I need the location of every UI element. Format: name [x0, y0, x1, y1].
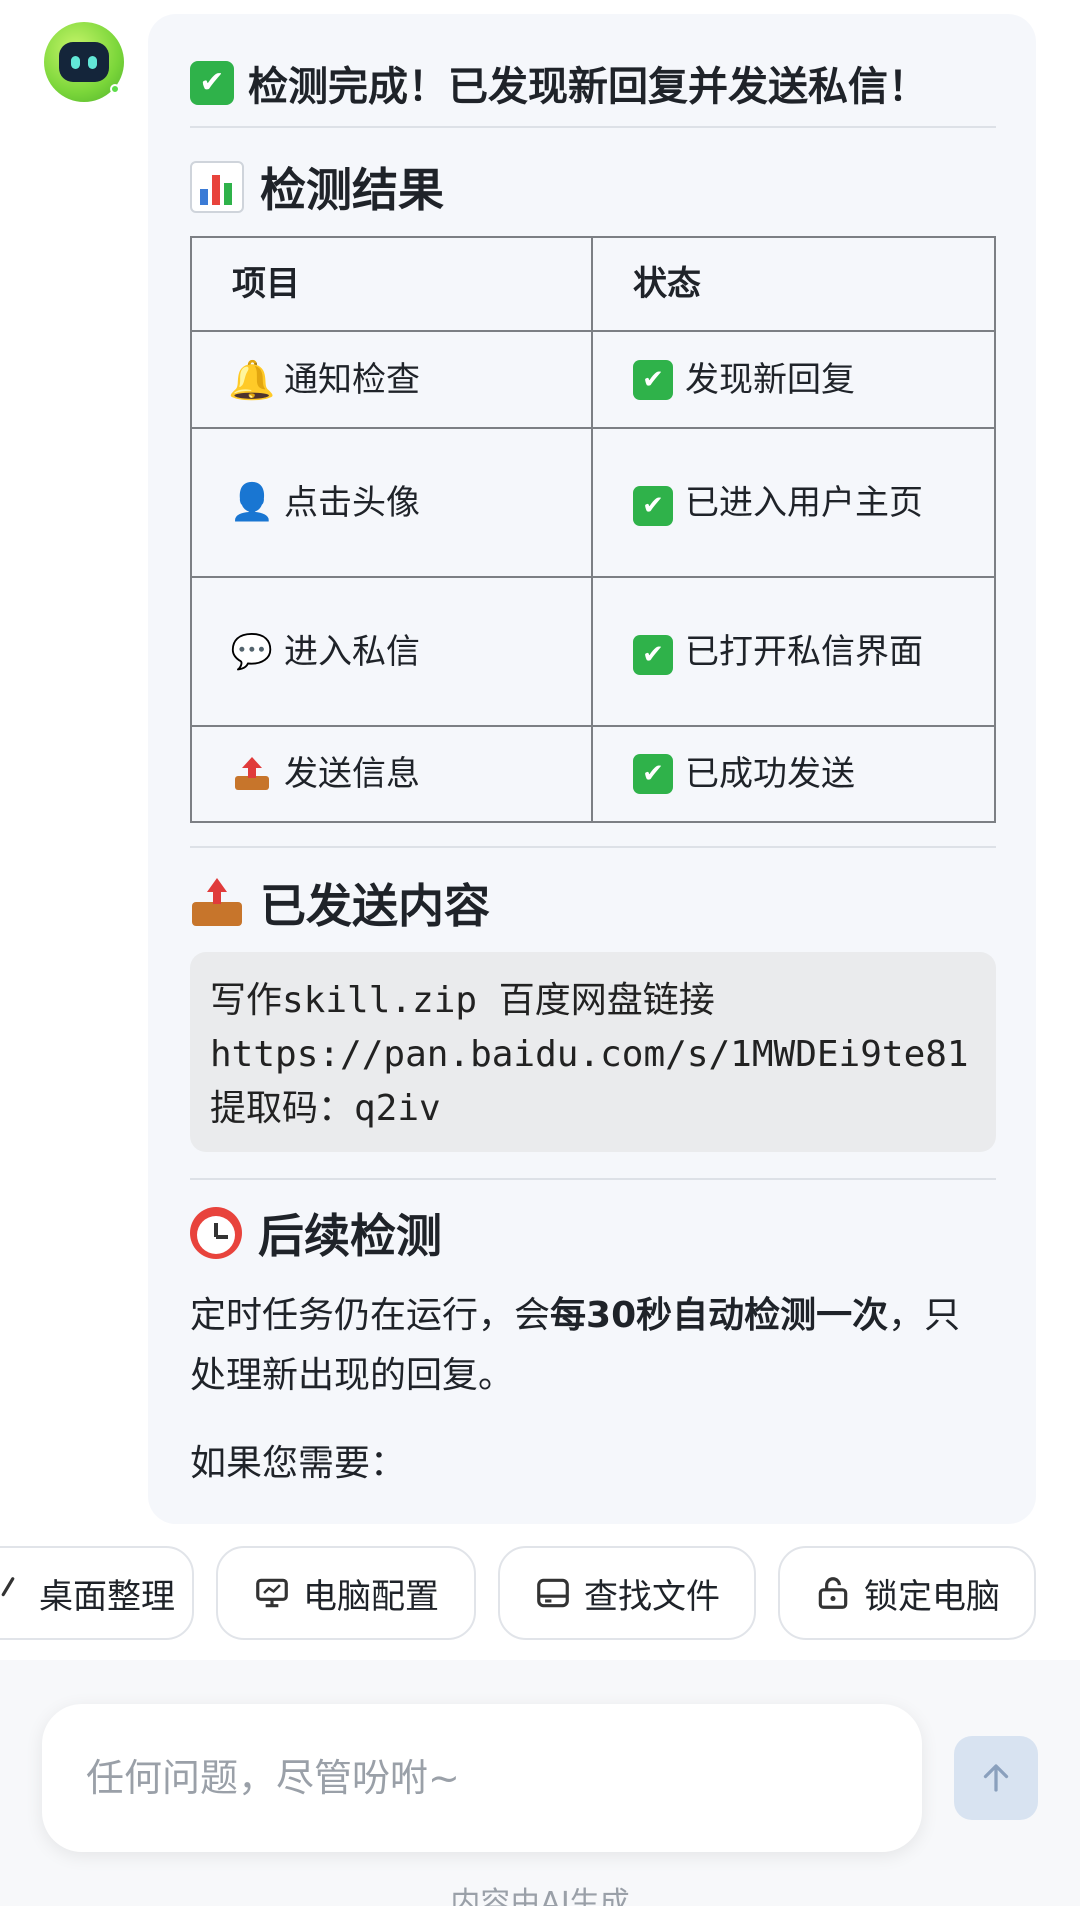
column-header-item: 项目: [190, 236, 593, 332]
robot-face-icon: [59, 42, 109, 82]
scroll-fade: [148, 1500, 1036, 1524]
row-item-label: 通知检查: [284, 359, 420, 400]
divider: [190, 126, 996, 128]
composer-input-box[interactable]: [42, 1704, 922, 1852]
chip-label: 电脑配置: [303, 1576, 439, 1617]
lock-icon: [818, 1577, 848, 1609]
sent-link-url[interactable]: https://pan.baidu.com/s/1MWDEi9te81: [210, 1028, 976, 1082]
table-row: 👤 点击头像 ✔ 已进入用户主页: [190, 427, 996, 578]
if-need-text: 如果您需要：: [190, 1443, 407, 1484]
table-row: 🔔 通知检查 ✔ 发现新回复: [190, 330, 996, 429]
row-status-label: 已进入用户主页: [685, 482, 923, 523]
ai-generated-note: 内容由AI生成: [450, 1886, 630, 1906]
composer-area: 内容由AI生成: [0, 1660, 1080, 1906]
person-icon: 👤: [229, 481, 275, 523]
outbox-icon: [232, 754, 272, 794]
quick-action-chips: 桌面整理 电脑配置 查找文件 锁定电脑: [0, 1546, 1080, 1642]
sent-extract-code: 提取码：q2iv: [210, 1088, 441, 1129]
row-status-label: 已打开私信界面: [685, 631, 923, 672]
column-header-status: 状态: [591, 236, 996, 332]
followup-section-title: 后续检测: [190, 1200, 442, 1266]
followup-text-bold: 每30秒自动检测一次: [550, 1295, 889, 1336]
chip-lock-computer[interactable]: 锁定电脑: [778, 1546, 1036, 1640]
row-item-label: 点击头像: [284, 482, 420, 523]
chip-label: 锁定电脑: [864, 1576, 1000, 1617]
followup-text-pre: 定时任务仍在运行，会: [190, 1295, 551, 1336]
sent-section-title: 已发送内容: [190, 870, 490, 936]
message-headline: ✔ 检测完成！已发现新回复并发送私信！: [190, 54, 928, 112]
alarm-clock-icon: [190, 1207, 242, 1259]
sent-title-text: 已发送内容: [260, 879, 490, 933]
chip-computer-config[interactable]: 电脑配置: [216, 1546, 476, 1640]
table-row: 💬 进入私信 ✔ 已打开私信界面: [190, 576, 996, 727]
bar-chart-icon: [190, 161, 244, 213]
headline-text: 检测完成！已发现新回复并发送私信！: [248, 64, 928, 110]
row-status-label: 已成功发送: [685, 754, 855, 794]
chip-label: 查找文件: [584, 1576, 720, 1617]
drive-icon: [537, 1578, 569, 1608]
check-mark-icon: ✔: [633, 485, 673, 526]
sent-content-code-block[interactable]: 写作skill.zip 百度网盘链接 https://pan.baidu.com…: [190, 952, 996, 1152]
assistant-avatar: [44, 22, 124, 102]
online-status-dot: [110, 84, 120, 94]
results-section-title: 检测结果: [190, 154, 444, 220]
check-mark-icon: ✔: [190, 61, 234, 105]
table-row: 发送信息 ✔ 已成功发送: [190, 725, 996, 823]
bell-icon: 🔔: [228, 357, 276, 402]
check-mark-icon: ✔: [633, 359, 673, 400]
chip-desktop-cleanup[interactable]: 桌面整理: [0, 1546, 194, 1640]
followup-title-text: 后续检测: [258, 1209, 442, 1263]
sent-line-1: 写作skill.zip 百度网盘链接: [210, 980, 715, 1021]
arrow-up-icon: [983, 1764, 1009, 1792]
row-status-label: 发现新回复: [685, 359, 855, 400]
row-item-label: 进入私信: [284, 631, 420, 672]
results-title-text: 检测结果: [260, 163, 444, 217]
assistant-message-bubble: ✔ 检测完成！已发现新回复并发送私信！ 检测结果 项目 状态 🔔 通知检查 ✔ …: [148, 14, 1036, 1524]
divider: [190, 846, 996, 848]
message-input[interactable]: [86, 1756, 878, 1800]
divider: [190, 1178, 996, 1180]
row-item-label: 发送信息: [284, 754, 420, 794]
followup-paragraph: 定时任务仍在运行，会每30秒自动检测一次，只处理新出现的回复。: [190, 1286, 996, 1406]
check-mark-icon: ✔: [633, 754, 673, 794]
results-table: 项目 状态 🔔 通知检查 ✔ 发现新回复 👤 点击头像 ✔ 已进入用户主页 💬 …: [190, 236, 996, 823]
broom-icon: [1, 1577, 15, 1597]
chip-label: 桌面整理: [39, 1576, 175, 1617]
speech-bubble-icon: 💬: [230, 631, 274, 672]
chip-find-files[interactable]: 查找文件: [498, 1546, 756, 1640]
table-header-row: 项目 状态: [190, 236, 996, 332]
check-mark-icon: ✔: [633, 634, 673, 675]
send-button[interactable]: [954, 1736, 1038, 1820]
monitor-icon: [256, 1578, 288, 1608]
outbox-icon: [190, 878, 244, 928]
